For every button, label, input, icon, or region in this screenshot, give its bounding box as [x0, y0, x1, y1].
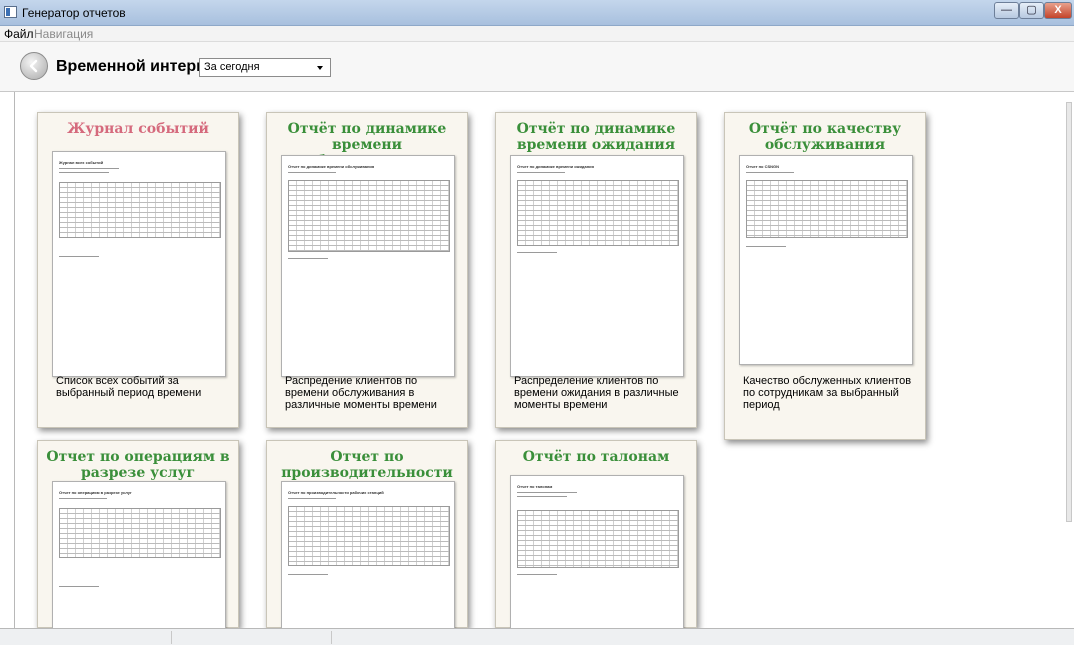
- preview-table: [288, 180, 450, 252]
- preview-line: [517, 252, 557, 253]
- report-card-quality[interactable]: Отчёт по качеству обслуживания клиентов …: [724, 112, 926, 440]
- card-title: Отчёт по динамике времени ожидания: [516, 121, 676, 153]
- report-card-events[interactable]: Журнал событий Журнал всех событий Списо…: [37, 112, 239, 428]
- preview-title: Отчет по талонам: [517, 484, 553, 489]
- preview-line: [288, 498, 336, 499]
- card-description: Распределение клиентов по времени ожидан…: [514, 375, 679, 411]
- back-arrow-icon: [29, 59, 38, 73]
- preview-line: [517, 574, 557, 575]
- menu-file[interactable]: Файл: [4, 27, 34, 41]
- report-preview: Отчет по динамике времени ожидания: [510, 155, 684, 377]
- card-title: Отчет по производительности: [281, 449, 453, 481]
- status-panel: [0, 631, 172, 644]
- preview-table: [517, 510, 679, 568]
- report-preview: Отчет по талонам: [510, 475, 684, 629]
- card-title: Журнал событий: [67, 121, 209, 137]
- preview-line: [59, 498, 107, 499]
- card-description: Качество обслуженных клиентов по сотрудн…: [743, 375, 912, 411]
- report-preview: Отчет по динамике времени обслуживания: [281, 155, 455, 377]
- preview-line: [746, 172, 794, 173]
- preview-line: [288, 258, 328, 259]
- preview-line: [59, 256, 99, 257]
- preview-table: [59, 182, 221, 238]
- report-card-wait-time[interactable]: Отчёт по динамике времени ожидания Отчет…: [495, 112, 697, 428]
- interval-select[interactable]: За сегодня: [199, 58, 331, 77]
- card-title: Отчет по операциям в разрезе услуг: [46, 449, 230, 481]
- preview-title: Отчет по динамике времени обслуживания: [288, 164, 375, 169]
- report-card-productivity[interactable]: Отчет по производительности Отчет по про…: [266, 440, 468, 629]
- preview-table: [288, 506, 450, 566]
- preview-line: [517, 172, 565, 173]
- preview-line: [288, 172, 336, 173]
- maximize-button[interactable]: ▢: [1019, 2, 1044, 19]
- preview-table: [517, 180, 679, 246]
- preview-line: [517, 492, 577, 493]
- close-button[interactable]: X: [1044, 2, 1072, 19]
- status-panel: [172, 631, 332, 644]
- report-card-operations[interactable]: Отчет по операциям в разрезе услуг Отчет…: [37, 440, 239, 629]
- toolbar: Временной интервал За сегодня: [0, 42, 1074, 92]
- card-description: Распредение клиентов по времени обслужив…: [285, 375, 437, 411]
- app-icon: [4, 6, 17, 18]
- report-preview: Отчет по производительности рабочих стан…: [281, 481, 455, 629]
- menu-navigation[interactable]: Навигация: [34, 27, 93, 41]
- preview-table: [59, 508, 221, 558]
- preview-title: Отчет по производительности рабочих стан…: [288, 490, 384, 495]
- preview-title: Отчет по динамике времени ожидания: [517, 164, 594, 169]
- card-title: Отчёт по талонам: [522, 449, 670, 465]
- title-bar: Генератор отчетов — ▢ X: [0, 0, 1074, 26]
- card-description: Список всех событий за выбранный период …: [56, 375, 202, 399]
- menu-bar: Файл Навигация: [0, 26, 1074, 42]
- vertical-scrollbar[interactable]: [1066, 102, 1072, 522]
- preview-line: [746, 246, 786, 247]
- report-preview: Журнал всех событий: [52, 151, 226, 377]
- status-bar: [0, 628, 1074, 645]
- report-card-service-time[interactable]: Отчёт по динамике времени обслуживания О…: [266, 112, 468, 428]
- preview-title: Отчет по CSNGN: [746, 164, 780, 169]
- preview-line: [59, 586, 99, 587]
- back-button[interactable]: [20, 52, 48, 80]
- preview-title: Журнал всех событий: [59, 160, 104, 165]
- report-preview: Отчет по операциям в разрезе услуг: [52, 481, 226, 629]
- report-card-tickets[interactable]: Отчёт по талонам Отчет по талонам: [495, 440, 697, 629]
- preview-title: Отчет по операциям в разрезе услуг: [59, 490, 132, 495]
- preview-line: [517, 496, 567, 497]
- minimize-button[interactable]: —: [994, 2, 1019, 19]
- preview-line: [59, 168, 119, 169]
- preview-table: [746, 180, 908, 238]
- report-preview: Отчет по CSNGN: [739, 155, 913, 365]
- window-title: Генератор отчетов: [22, 6, 126, 20]
- preview-line: [288, 574, 328, 575]
- interval-select-value: За сегодня: [204, 61, 260, 73]
- preview-line: [59, 172, 109, 173]
- chevron-down-icon: [317, 66, 323, 70]
